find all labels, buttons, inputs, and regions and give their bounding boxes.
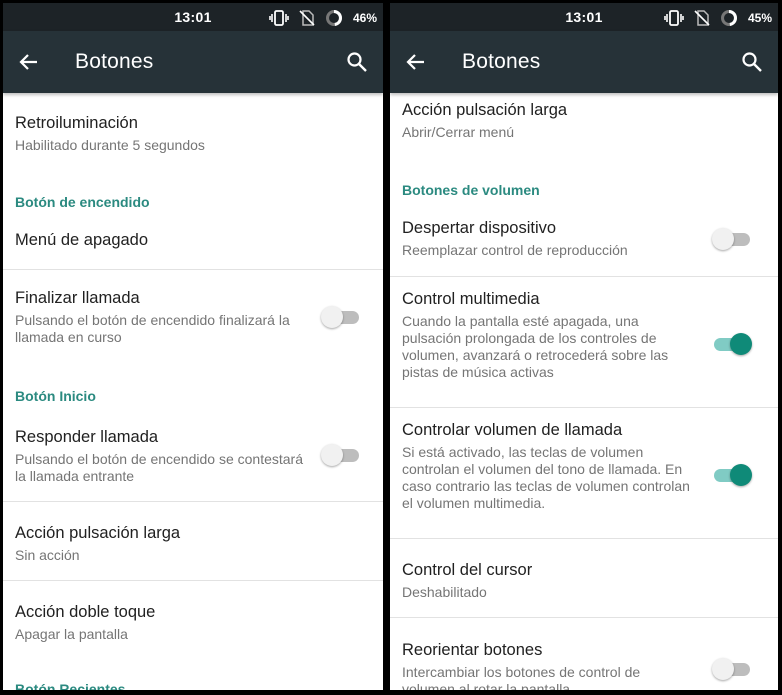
setting-summary: Pulsando el botón de encendido finalizar… [15, 312, 290, 345]
app-bar: Botones [3, 31, 383, 93]
setting-title: Control del cursor [402, 561, 533, 579]
setting-title: Retroiluminación [15, 114, 138, 132]
search-icon[interactable] [345, 50, 369, 74]
battery-ring-icon [325, 9, 343, 27]
status-bar: 13:01 46% [3, 3, 383, 31]
setting-long-press[interactable]: Acción pulsación larga Abrir/Cerrar menú [390, 93, 778, 163]
left-screen: 13:01 46% Botones Retroiluminación Habil… [3, 3, 383, 690]
setting-double-tap[interactable]: Acción doble toque Apagar la pantalla [3, 581, 383, 659]
setting-title: Controlar volumen de llamada [402, 421, 623, 439]
setting-title: Acción doble toque [15, 603, 156, 621]
setting-title: Reorientar botones [402, 641, 543, 659]
page-title: Botones [75, 50, 154, 73]
no-sim-icon [694, 10, 710, 26]
setting-title: Control multimedia [402, 290, 540, 308]
setting-reorient-buttons[interactable]: Reorientar botones Intercambiar los boto… [390, 618, 778, 690]
arrow-left-icon[interactable] [17, 50, 41, 74]
section-header-recents: Botón Recientes [15, 681, 126, 690]
ring-volume-toggle[interactable] [712, 464, 752, 486]
section-header-volume: Botones de volumen [402, 182, 540, 198]
answer-call-toggle[interactable] [321, 444, 361, 466]
arrow-left-icon[interactable] [404, 50, 428, 74]
setting-ring-volume[interactable]: Controlar volumen de llamada Si está act… [390, 408, 778, 538]
no-sim-icon [299, 10, 315, 26]
vibrate-icon [269, 10, 289, 26]
setting-end-call[interactable]: Finalizar llamada Pulsando el botón de e… [3, 270, 383, 370]
wake-device-toggle[interactable] [712, 228, 752, 250]
setting-summary: Pulsando el botón de encendido se contes… [15, 451, 303, 484]
reorient-buttons-toggle[interactable] [712, 658, 752, 680]
setting-wake-device[interactable]: Despertar dispositivo Reemplazar control… [390, 203, 778, 276]
battery-percent: 45% [747, 11, 772, 25]
setting-title: Acción pulsación larga [402, 101, 568, 119]
settings-list: Acción pulsación larga Abrir/Cerrar menú… [390, 93, 778, 690]
setting-long-press[interactable]: Acción pulsación larga Sin acción [3, 502, 383, 580]
search-icon[interactable] [740, 50, 764, 74]
setting-summary: Apagar la pantalla [15, 626, 128, 642]
end-call-toggle[interactable] [321, 306, 361, 328]
setting-media-control[interactable]: Control multimedia Cuando la pantalla es… [390, 277, 778, 407]
setting-answer-call[interactable]: Responder llamada Pulsando el botón de e… [3, 411, 383, 501]
setting-title: Acción pulsación larga [15, 524, 181, 542]
app-bar: Botones [390, 31, 778, 93]
section-header-power: Botón de encendido [15, 194, 150, 210]
setting-title: Responder llamada [15, 428, 159, 446]
setting-summary: Deshabilitado [402, 584, 487, 600]
right-screen: 13:01 45% Botones Acción pulsación larga… [390, 3, 778, 690]
setting-backlight[interactable]: Retroiluminación Habilitado durante 5 se… [3, 93, 383, 183]
status-bar: 13:01 45% [390, 3, 778, 31]
setting-summary: Habilitado durante 5 segundos [15, 137, 205, 153]
settings-list: Retroiluminación Habilitado durante 5 se… [3, 93, 383, 690]
media-control-toggle[interactable] [712, 333, 752, 355]
setting-summary: Reemplazar control de reproducción [402, 242, 628, 258]
setting-summary: Si está activado, las teclas de volumen … [402, 444, 690, 511]
setting-cursor-control[interactable]: Control del cursor Deshabilitado [390, 539, 778, 617]
battery-ring-icon [720, 9, 738, 27]
page-title: Botones [462, 50, 541, 73]
setting-title: Finalizar llamada [15, 289, 140, 307]
vibrate-icon [664, 10, 684, 26]
battery-percent: 46% [352, 11, 377, 25]
setting-title: Menú de apagado [15, 231, 149, 249]
setting-summary: Sin acción [15, 547, 80, 563]
setting-summary: Cuando la pantalla esté apagada, una pul… [402, 313, 669, 380]
setting-power-menu[interactable]: Menú de apagado [3, 215, 383, 269]
setting-title: Despertar dispositivo [402, 219, 557, 237]
setting-summary: Abrir/Cerrar menú [402, 124, 515, 140]
section-header-home: Botón Inicio [15, 388, 96, 404]
setting-summary: Intercambiar los botones de control de v… [402, 664, 641, 690]
